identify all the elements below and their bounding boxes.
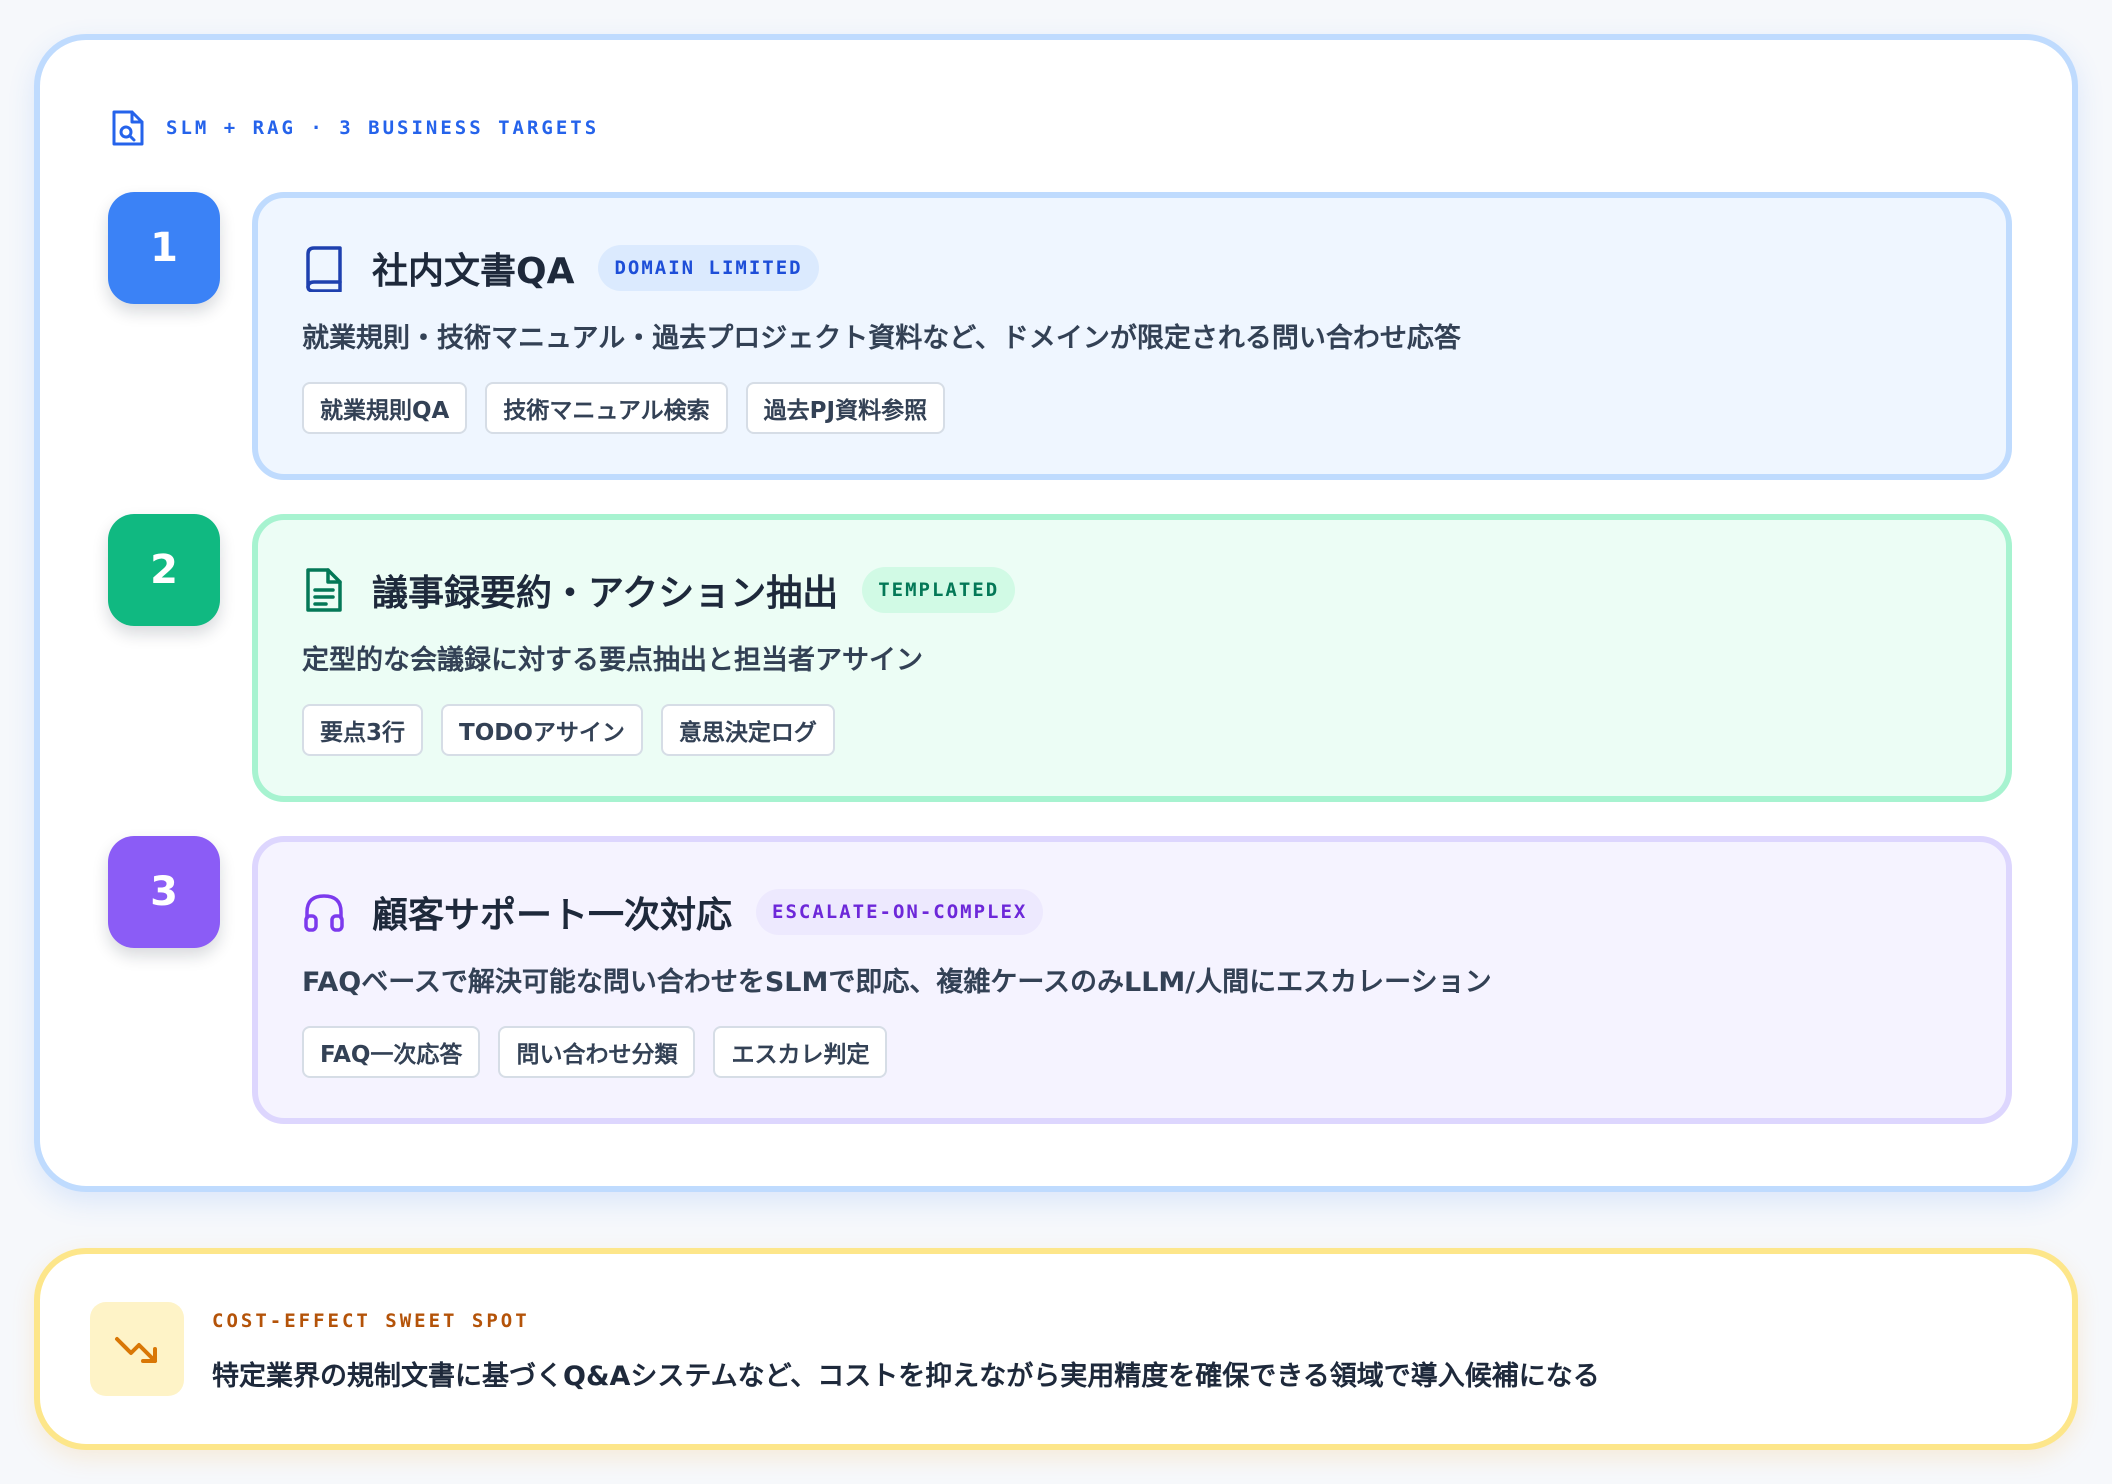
tag-list: 要点3行 TODOアサイン 意思決定ログ (302, 704, 853, 756)
target-description: 就業規則・技術マニュアル・過去プロジェクト資料など、ドメインが限定される問い合わ… (302, 323, 1461, 354)
target-card-header: 社内文書QA DOMAIN LIMITED (302, 240, 819, 296)
tag-chip: 技術マニュアル検索 (485, 382, 728, 434)
book-icon (306, 246, 342, 292)
target-title: 議事録要約・アクション抽出 (372, 573, 839, 614)
tag-chip: エスカレ判定 (713, 1026, 888, 1078)
tag-chip: FAQ一次応答 (302, 1026, 481, 1078)
panel-header: SLM + RAG · 3 BUSINESS TARGETS (110, 106, 599, 150)
target-number-2: 2 (108, 514, 220, 626)
panel-eyebrow: SLM + RAG · 3 BUSINESS TARGETS (166, 117, 600, 139)
tag-chip: 問い合わせ分類 (498, 1026, 696, 1078)
file-search-icon (112, 110, 144, 146)
target-description: 定型的な会議録に対する要点抽出と担当者アサイン (302, 645, 923, 676)
tag-chip: 就業規則QA (302, 382, 468, 434)
target-number-3: 3 (108, 836, 220, 948)
target-title: 顧客サポート一次対応 (372, 895, 733, 936)
callout-label: COST-EFFECT SWEET SPOT (212, 1310, 530, 1332)
tag-chip: TODOアサイン (441, 704, 643, 756)
callout-icon-box (90, 1302, 184, 1396)
target-card-2: 議事録要約・アクション抽出 TEMPLATED 定型的な会議録に対する要点抽出と… (252, 514, 2012, 802)
target-card-1: 社内文書QA DOMAIN LIMITED 就業規則・技術マニュアル・過去プロジ… (252, 192, 2012, 480)
target-title: 社内文書QA (372, 251, 575, 292)
target-description: FAQベースで解決可能な問い合わせをSLMで即応、複雑ケースのみLLM/人間にエ… (302, 967, 1492, 998)
tag-chip: 要点3行 (302, 704, 424, 756)
target-card-header: 議事録要約・アクション抽出 TEMPLATED (302, 562, 1016, 618)
tag-chip: 意思決定ログ (660, 704, 835, 756)
cost-callout: COST-EFFECT SWEET SPOT 特定業界の規制文書に基づくQ&Aシ… (34, 1248, 2078, 1450)
targets-panel: SLM + RAG · 3 BUSINESS TARGETS 1 社内文書QA … (34, 34, 2078, 1192)
headset-icon (304, 894, 344, 932)
trending-down-icon (115, 1337, 157, 1363)
tag-chip: 過去PJ資料参照 (745, 382, 946, 434)
document-icon (306, 568, 342, 612)
target-card-header: 顧客サポート一次対応 ESCALATE-ON-COMPLEX (302, 884, 1044, 940)
callout-text: 特定業界の規制文書に基づくQ&Aシステムなど、コストを抑えながら実用精度を確保で… (212, 1361, 1600, 1392)
tag-list: 就業規則QA 技術マニュアル検索 過去PJ資料参照 (302, 382, 963, 434)
target-card-3: 顧客サポート一次対応 ESCALATE-ON-COMPLEX FAQベースで解決… (252, 836, 2012, 1124)
tag-list: FAQ一次応答 問い合わせ分類 エスカレ判定 (302, 1026, 905, 1078)
target-badge: ESCALATE-ON-COMPLEX (756, 889, 1044, 935)
target-badge: DOMAIN LIMITED (598, 245, 819, 291)
target-badge: TEMPLATED (862, 567, 1016, 613)
target-number-1: 1 (108, 192, 220, 304)
